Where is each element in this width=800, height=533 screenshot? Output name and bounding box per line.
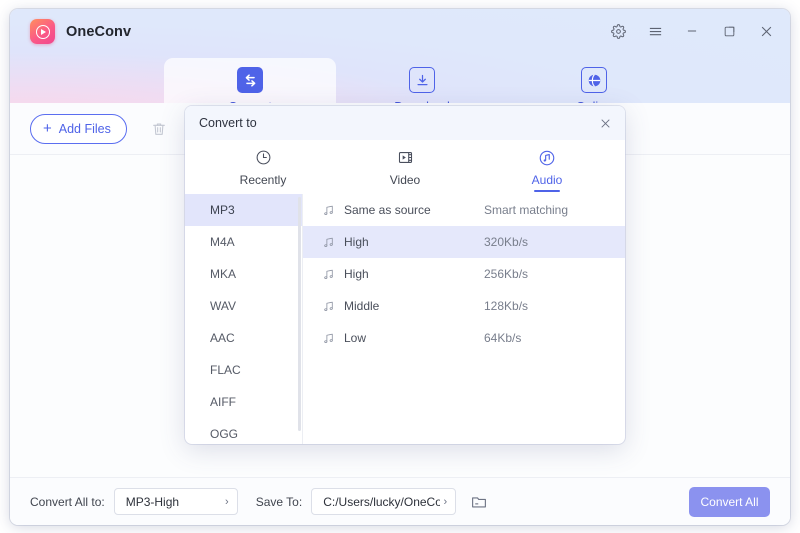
main-nav-tabs: Convert Download	[10, 55, 790, 120]
convert-to-modal: Convert to Recently Video Audio MP3 M4A …	[185, 106, 625, 444]
convert-all-button[interactable]: Convert All	[689, 486, 770, 517]
music-note-icon	[321, 203, 335, 217]
window-controls	[608, 21, 776, 41]
quality-rate: Smart matching	[484, 203, 569, 217]
add-files-button[interactable]: + Add Files	[30, 113, 127, 144]
quality-rate: 256Kb/s	[484, 267, 529, 281]
quality-list: Same as source Smart matching High 320Kb…	[303, 194, 625, 444]
quality-name: Same as source	[344, 203, 431, 217]
app-title: OneConv	[66, 23, 132, 40]
title-bar: OneConv	[10, 9, 790, 55]
screenshot-root: OneConv + Add Files Convert All to: MP3-…	[0, 0, 800, 533]
modal-tab-audio[interactable]: Audio	[510, 148, 584, 192]
minimize-icon[interactable]	[682, 21, 702, 41]
music-note-icon	[321, 267, 335, 281]
app-header: OneConv	[10, 9, 790, 120]
quality-name: High	[344, 267, 369, 281]
format-select-value: MP3-High	[125, 494, 180, 509]
quality-name: High	[344, 235, 369, 249]
quality-name: Middle	[344, 299, 380, 313]
format-item-wav[interactable]: WAV	[185, 290, 302, 322]
convert-all-to-label: Convert All to:	[30, 494, 105, 509]
format-item-mp3[interactable]: MP3	[185, 194, 302, 226]
close-icon[interactable]	[756, 21, 776, 41]
quality-item-middle-128[interactable]: Middle 128Kb/s	[303, 290, 625, 322]
modal-tab-video[interactable]: Video	[368, 148, 442, 187]
download-icon	[409, 67, 435, 93]
modal-tabs: Recently Video Audio	[185, 140, 625, 194]
format-item-aiff[interactable]: AIFF	[185, 386, 302, 418]
globe-icon	[581, 67, 607, 93]
audio-note-icon	[538, 148, 557, 167]
app-logo-icon	[30, 19, 55, 44]
format-list-scrollbar[interactable]	[298, 197, 301, 431]
settings-gear-icon[interactable]	[608, 21, 628, 41]
clock-icon	[254, 148, 273, 167]
quality-rate: 128Kb/s	[484, 299, 529, 313]
format-item-flac[interactable]: FLAC	[185, 354, 302, 386]
save-to-label: Save To:	[255, 494, 303, 509]
music-note-icon	[321, 299, 335, 313]
format-select[interactable]: MP3-High ›	[113, 488, 238, 515]
music-note-icon	[321, 235, 335, 249]
bottom-bar: Convert All to: MP3-High › Save To: C:/U…	[10, 477, 790, 525]
chevron-right-icon: ›	[443, 495, 448, 508]
save-path-value: C:/Users/lucky/OneCo...	[323, 494, 440, 509]
format-item-aac[interactable]: AAC	[185, 322, 302, 354]
modal-close-icon[interactable]	[595, 113, 615, 133]
modal-title: Convert to	[199, 116, 257, 130]
folder-icon[interactable]	[468, 491, 490, 513]
plus-icon: +	[43, 120, 52, 137]
add-files-label: Add Files	[58, 121, 111, 136]
music-note-icon	[321, 331, 335, 345]
chevron-right-icon: ›	[225, 495, 229, 508]
format-item-mka[interactable]: MKA	[185, 258, 302, 290]
format-list: MP3 M4A MKA WAV AAC FLAC AIFF OGG	[185, 194, 303, 444]
quality-item-low-64[interactable]: Low 64Kb/s	[303, 322, 625, 354]
quality-rate: 320Kb/s	[484, 235, 529, 249]
convert-arrows-icon	[237, 67, 263, 93]
quality-item-high-256[interactable]: High 256Kb/s	[303, 258, 625, 290]
brand: OneConv	[30, 19, 131, 44]
quality-rate: 64Kb/s	[484, 331, 522, 345]
modal-tab-recently[interactable]: Recently	[226, 148, 300, 187]
format-item-m4a[interactable]: M4A	[185, 226, 302, 258]
modal-tab-audio-label: Audio	[531, 173, 563, 187]
trash-icon[interactable]	[147, 117, 171, 141]
quality-item-high-320[interactable]: High 320Kb/s	[303, 226, 625, 258]
maximize-icon[interactable]	[719, 21, 739, 41]
quality-name: Low	[344, 331, 367, 345]
app-window: OneConv + Add Files Convert All to: MP3-…	[10, 9, 790, 525]
video-icon	[396, 148, 415, 167]
save-path-select[interactable]: C:/Users/lucky/OneCo... ›	[311, 488, 457, 515]
quality-item-same-as-source[interactable]: Same as source Smart matching	[303, 194, 625, 226]
modal-tab-video-label: Video	[389, 173, 421, 187]
active-tab-underline	[534, 189, 560, 192]
modal-header: Convert to	[185, 106, 625, 140]
format-item-ogg[interactable]: OGG	[185, 418, 302, 444]
menu-hamburger-icon[interactable]	[645, 21, 665, 41]
modal-body: MP3 M4A MKA WAV AAC FLAC AIFF OGG Same a…	[185, 194, 625, 444]
modal-tab-recently-label: Recently	[239, 173, 287, 187]
